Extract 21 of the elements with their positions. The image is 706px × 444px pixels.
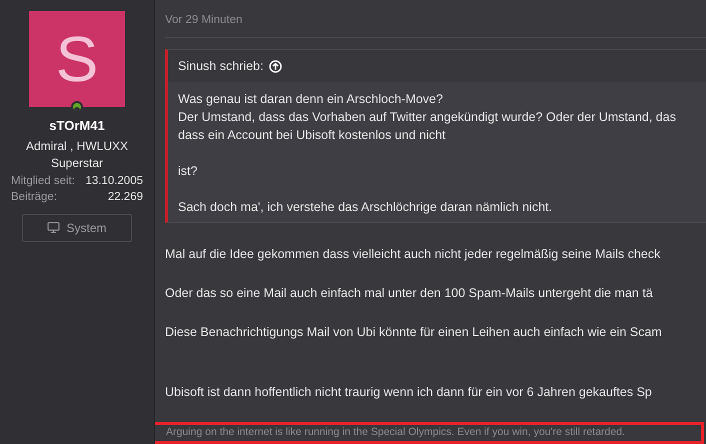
quote-line: dass ein Account bei Ubisoft kostenlos und nicht <box>178 127 447 144</box>
monitor-icon <box>47 221 60 234</box>
stat-value: 13.10.2005 <box>85 174 143 188</box>
post-time[interactable]: Vor 29 Minuten <box>165 12 706 38</box>
post-paragraph: Mal auf die Idee gekommen dass vielleicht auch nicht jeder regelmäßig seine Mails check <box>165 246 662 264</box>
stat-value: 22.269 <box>108 190 143 204</box>
quote-line: Sach doch ma', ich verstehe das Arschlöchrige daran nämlich nicht. <box>178 199 554 216</box>
post-paragraph: Oder das so eine Mail auch einfach mal unter den 100 Spam-Mails untergeht die man tä <box>165 285 654 302</box>
system-button[interactable]: System <box>22 214 132 242</box>
quote-line: Der Umstand, dass das Vorhaben auf Twitter angekündigt wurde? Oder der Umstand, das <box>178 109 677 126</box>
quote-line: ist? <box>178 163 198 180</box>
post-paragraph: Ubisoft ist dann hoffentlich nicht traurig wenn ich dann für ein vor 6 Jahren gekauftes Sp <box>165 384 653 402</box>
post-paragraph: Diese Benachrichtigungs Mail von Ubi könnte für einen Leihen auch einfach wie ein Scam <box>165 324 663 342</box>
quote-author[interactable]: Sinush schrieb: <box>178 56 264 76</box>
stat-label: Mitglied seit: <box>11 174 75 188</box>
user-rank: Admiral , HWLUXX Superstar <box>24 138 130 172</box>
stat-label: Beiträge: <box>11 190 58 204</box>
signature-text: Arguing on the internet is like running in the Special Olympics. Even if you win, you're still retarded. <box>166 425 625 440</box>
username[interactable]: sTOrM41 <box>49 116 105 136</box>
user-avatar[interactable]: S <box>29 11 125 107</box>
quote-line: Was genau ist daran denn ein Arschloch-Move? <box>178 91 444 108</box>
